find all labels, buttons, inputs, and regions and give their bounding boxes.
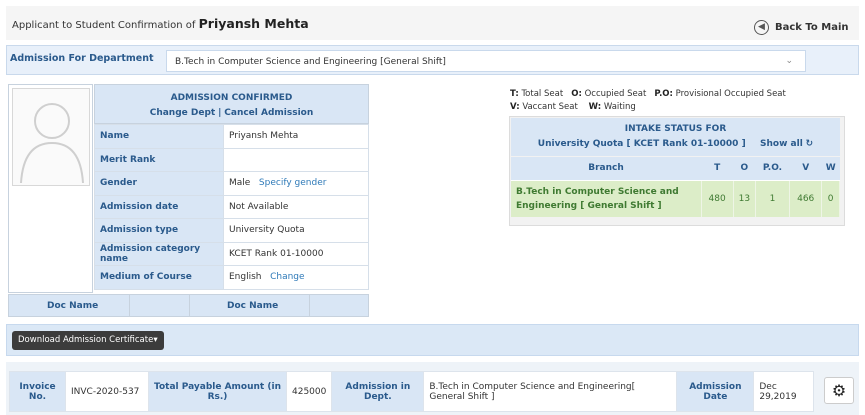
info-row: Admission date Not Available	[94, 194, 369, 219]
column-header: W	[821, 157, 840, 181]
info-row: Medium of Course English Change	[94, 265, 369, 290]
avatar-placeholder-icon	[20, 103, 84, 184]
admission-status-header: ADMISSION CONFIRMED Change Dept | Cancel…	[94, 84, 369, 124]
caret-down-icon: ▾	[153, 335, 158, 345]
column-header: O	[733, 157, 756, 181]
intake-status-header: INTAKE STATUS FOR University Quota [ KCE…	[511, 118, 840, 156]
column-header: P.O.	[755, 157, 790, 181]
info-row: Admission type University Quota	[94, 218, 369, 243]
show-all-link[interactable]: Show all	[760, 139, 803, 149]
student-photo	[8, 84, 93, 293]
chevron-down-icon: ⌄	[785, 56, 793, 66]
change-dept-link[interactable]: Change Dept	[150, 108, 216, 118]
gear-icon[interactable]: ⚙	[824, 377, 854, 404]
table-row: Invoice No. INVC-2020-537 Total Payable …	[9, 371, 815, 412]
column-header: V	[789, 157, 822, 181]
back-to-main-button[interactable]: ◀ Back To Main	[754, 20, 849, 35]
info-row: Gender Male Specify gender	[94, 171, 369, 196]
column-header: T	[701, 157, 734, 181]
cancel-admission-link[interactable]: Cancel Admission	[224, 108, 313, 118]
download-certificate-button[interactable]: Download Admission Certificate▾	[12, 331, 164, 350]
change-medium-link[interactable]: Change	[270, 272, 304, 282]
specify-gender-link[interactable]: Specify gender	[259, 178, 327, 188]
seat-legend: T: Total Seat O: Occupied Seat P.O: Prov…	[510, 89, 786, 112]
info-row: Admission category name KCET Rank 01-1000…	[94, 241, 369, 266]
refresh-icon[interactable]: ↻	[806, 139, 814, 149]
back-arrow-icon: ◀	[754, 20, 769, 35]
department-label: Admission For Department	[10, 53, 154, 64]
info-row: Merit Rank	[94, 147, 369, 172]
department-select[interactable]: B.Tech in Computer Science and Engineeri…	[166, 50, 806, 72]
info-row: Name Priyansh Mehta	[94, 124, 369, 149]
column-header: Branch	[511, 157, 701, 181]
doc-name-header: Doc Name Doc Name	[8, 294, 369, 317]
table-row: B.Tech in Computer Science and Engineeri…	[511, 180, 840, 217]
admission-info-table: Name Priyansh Mehta Merit Rank Gender Male…	[94, 124, 369, 290]
invoice-table: Invoice No. INVC-2020-537 Total Payable …	[9, 371, 815, 412]
intake-branch-table: Branch T O P.O. V W B.Tech in Computer S…	[511, 157, 840, 217]
student-name: Priyansh Mehta	[198, 16, 309, 31]
page-title: Applicant to Student Confirmation of Pri…	[12, 16, 309, 31]
